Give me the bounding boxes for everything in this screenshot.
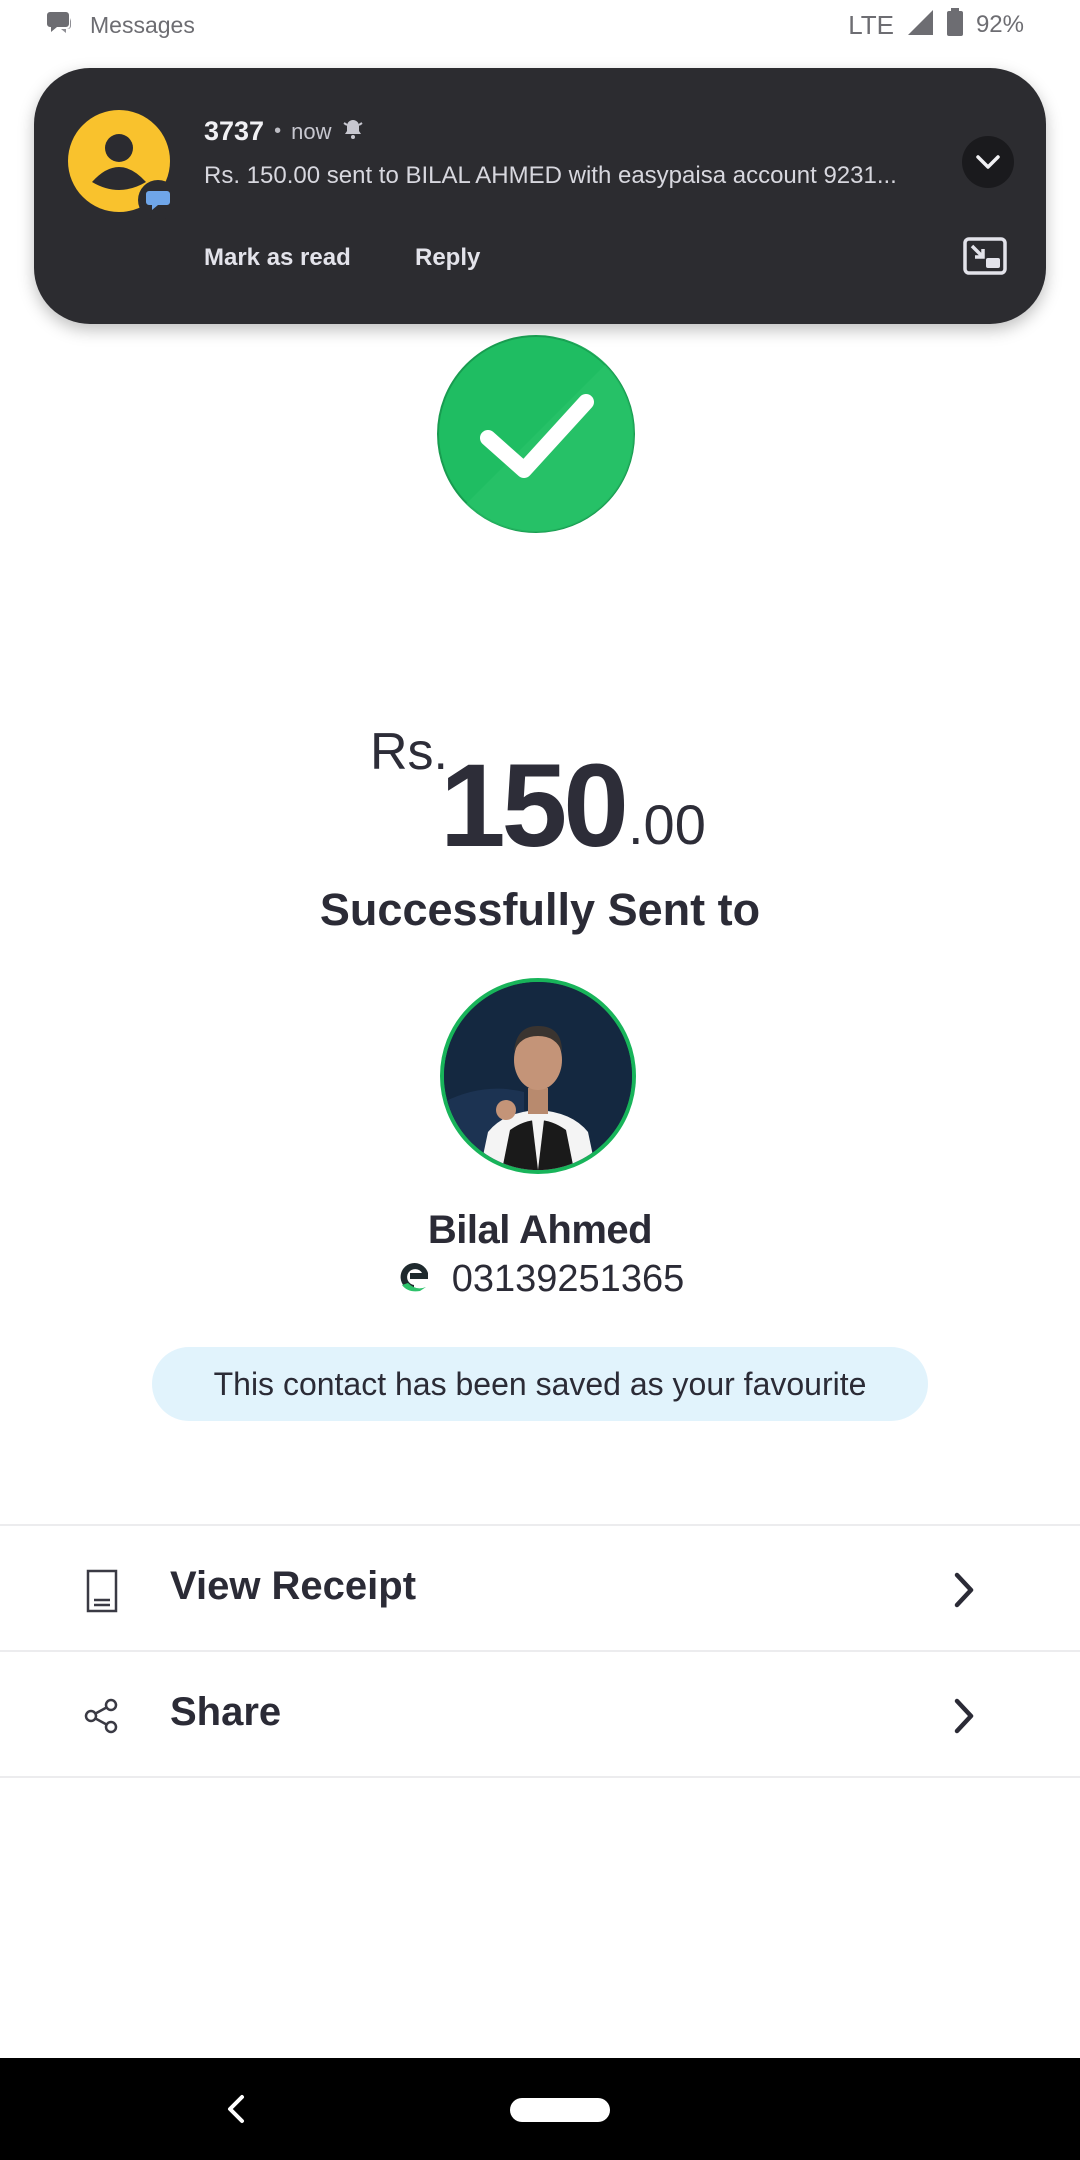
status-left: Messages	[46, 10, 195, 40]
notification-separator: •	[274, 120, 282, 142]
amount-display: Rs. 150 .00	[0, 710, 1080, 872]
notification-sender: 3737	[204, 116, 265, 146]
battery-percentage: 92%	[975, 11, 1024, 38]
status-right: LTE 92%	[848, 7, 1024, 43]
mark-as-read-button[interactable]: Mark as read	[204, 244, 351, 272]
amount-currency: Rs.	[370, 723, 448, 781]
sms-notification[interactable]: 3737 • now Rs. 150.00 sent to BILAL AHME…	[34, 68, 1046, 324]
bell-icon	[341, 117, 365, 146]
amount-whole: 150	[440, 740, 629, 872]
easypaisa-logo-icon	[396, 1259, 432, 1300]
chevron-right-icon	[950, 1696, 978, 1736]
share-icon	[80, 1694, 124, 1738]
chat-badge-icon	[138, 180, 178, 220]
picture-in-picture-icon[interactable]	[962, 236, 1010, 278]
payment-success-screen: Messages LTE 92% 3737 • now Rs. 150.00 s…	[0, 0, 1080, 2160]
favourite-banner: This contact has been saved as your favo…	[152, 1347, 928, 1421]
expand-chevron-icon[interactable]	[962, 136, 1014, 188]
status-title: Successfully Sent to	[319, 884, 761, 935]
success-check-icon	[436, 334, 636, 534]
recipient-number: 03139251365	[451, 1258, 685, 1300]
share-label: Share	[170, 1690, 282, 1734]
chevron-right-icon	[950, 1570, 978, 1610]
battery-icon	[946, 7, 964, 43]
status-app-name: Messages	[90, 11, 195, 38]
notification-header: 3737 • now	[204, 116, 365, 147]
notification-time: now	[291, 118, 332, 144]
home-pill-button[interactable]	[510, 2098, 610, 2122]
back-icon[interactable]	[224, 2092, 248, 2126]
signal-icon	[906, 8, 934, 43]
recipient-name: Bilal Ahmed	[427, 1208, 653, 1252]
view-receipt-label: View Receipt	[170, 1564, 417, 1608]
recipient-account-row: 03139251365	[0, 1258, 1080, 1301]
notification-message: Rs. 150.00 sent to BILAL AHMED with easy…	[204, 162, 897, 189]
status-bar: Messages LTE 92%	[0, 0, 1080, 50]
amount-decimal: .00	[628, 793, 706, 856]
reply-button[interactable]: Reply	[415, 244, 480, 272]
network-label: LTE	[848, 9, 894, 40]
system-navigation-bar	[0, 2058, 1080, 2160]
recipient-avatar	[440, 978, 636, 1174]
messages-icon	[46, 10, 74, 41]
divider	[0, 1776, 1080, 1778]
view-receipt-row[interactable]: View Receipt	[0, 1526, 1080, 1650]
share-row[interactable]: Share	[0, 1652, 1080, 1776]
receipt-icon	[80, 1568, 124, 1613]
